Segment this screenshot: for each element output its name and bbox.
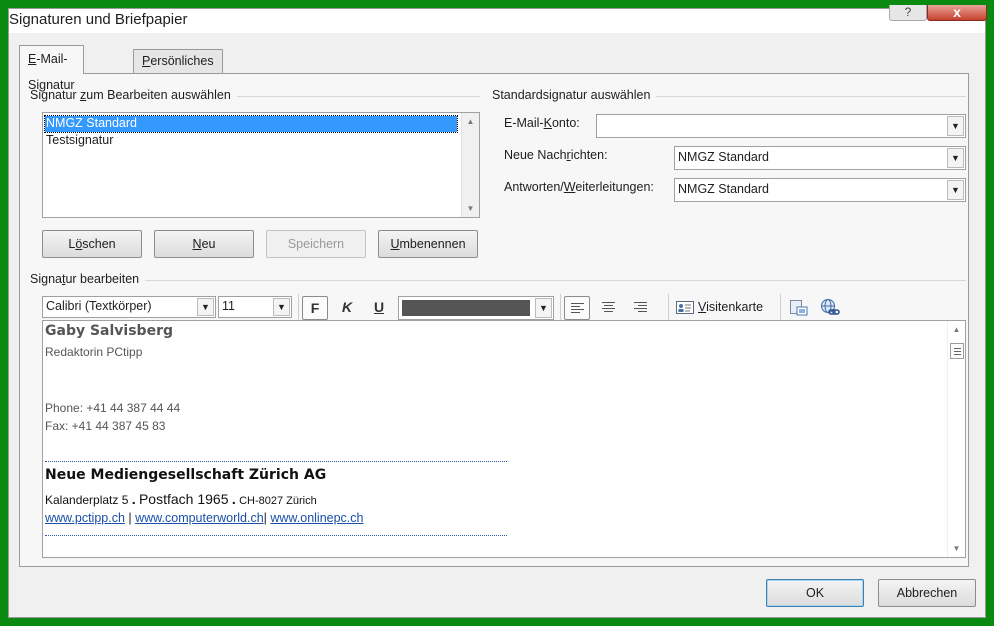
new-messages-label: Neue Nachrichten: bbox=[504, 148, 608, 162]
chevron-down-icon[interactable]: ▼ bbox=[197, 298, 214, 316]
signature-fax: Fax: +41 44 387 45 83 bbox=[45, 419, 166, 433]
bold-button[interactable]: F bbox=[302, 296, 328, 320]
dialog-window: Signaturen und Briefpapier ? x E-Mail-Si… bbox=[8, 5, 987, 618]
chevron-down-icon[interactable]: ▼ bbox=[273, 298, 290, 316]
ok-button[interactable]: OK bbox=[766, 579, 864, 607]
signature-address: Kalanderplatz 5 . Postfach 1965 . CH-802… bbox=[45, 491, 317, 507]
divider bbox=[780, 294, 781, 320]
help-button[interactable]: ? bbox=[889, 5, 927, 21]
divider bbox=[298, 294, 299, 320]
dotted-separator bbox=[45, 535, 507, 536]
hyperlink-icon[interactable] bbox=[820, 298, 842, 318]
editor-section-label: Signatur bearbeiten bbox=[30, 272, 146, 286]
list-scrollbar[interactable]: ▲ ▼ bbox=[461, 113, 479, 217]
signature-list[interactable]: NMGZ Standard Testsignatur ▲ ▼ bbox=[42, 112, 480, 218]
signature-phone: Phone: +41 44 387 44 44 bbox=[45, 401, 181, 415]
account-label: E-Mail-Konto: bbox=[504, 116, 580, 130]
divider bbox=[668, 294, 669, 320]
italic-button[interactable]: K bbox=[334, 296, 360, 320]
align-right-icon[interactable] bbox=[628, 296, 654, 320]
scroll-thumb[interactable] bbox=[950, 343, 964, 359]
business-card-icon bbox=[676, 301, 694, 314]
font-color-select[interactable]: ▼ bbox=[398, 296, 554, 320]
link-pctipp[interactable]: www.pctipp.ch bbox=[45, 511, 125, 525]
window-title: Signaturen und Briefpapier bbox=[9, 11, 188, 28]
scroll-down-icon[interactable]: ▼ bbox=[462, 204, 479, 213]
color-swatch bbox=[402, 300, 530, 316]
signature-role: Redaktorin PCtipp bbox=[45, 345, 143, 359]
default-section-label: Standardsignatur auswählen bbox=[492, 88, 657, 102]
new-button[interactable]: Neu bbox=[154, 230, 254, 258]
replies-select[interactable]: NMGZ Standard ▼ bbox=[674, 178, 966, 202]
scroll-up-icon[interactable]: ▲ bbox=[462, 117, 479, 126]
tab-email-signature[interactable]: E-Mail-Signatur bbox=[19, 45, 84, 92]
title-bar: Signaturen und Briefpapier ? x bbox=[9, 5, 987, 33]
font-size-select[interactable]: 11 ▼ bbox=[218, 296, 292, 318]
signature-name: Gaby Salvisberg bbox=[45, 323, 173, 339]
font-family-select[interactable]: Calibri (Textkörper) ▼ bbox=[42, 296, 216, 318]
editor-scrollbar[interactable]: ▲ ▼ bbox=[947, 321, 965, 557]
signature-editor[interactable]: Gaby Salvisberg Redaktorin PCtipp Phone:… bbox=[42, 320, 966, 558]
replies-label: Antworten/Weiterleitungen: bbox=[504, 180, 654, 194]
align-left-icon[interactable] bbox=[564, 296, 590, 320]
signature-company: Neue Mediengesellschaft Zürich AG bbox=[45, 467, 327, 483]
tab-personal-stationery[interactable]: Persönliches Briefpapier bbox=[133, 49, 223, 90]
divider bbox=[30, 280, 966, 281]
scroll-up-icon[interactable]: ▲ bbox=[948, 325, 965, 334]
dotted-separator bbox=[45, 461, 507, 462]
signature-links: www.pctipp.ch | www.computerworld.ch| ww… bbox=[45, 511, 364, 525]
chevron-down-icon[interactable]: ▼ bbox=[947, 148, 964, 168]
chevron-down-icon[interactable]: ▼ bbox=[947, 180, 964, 200]
chevron-down-icon[interactable]: ▼ bbox=[535, 298, 552, 318]
scroll-down-icon[interactable]: ▼ bbox=[948, 544, 965, 553]
align-center-icon[interactable] bbox=[596, 296, 622, 320]
divider bbox=[560, 294, 561, 320]
insert-picture-icon[interactable] bbox=[788, 298, 810, 318]
new-messages-select[interactable]: NMGZ Standard ▼ bbox=[674, 146, 966, 170]
link-onlinepc[interactable]: www.onlinepc.ch bbox=[270, 511, 363, 525]
list-item[interactable]: NMGZ Standard bbox=[44, 115, 458, 133]
chevron-down-icon[interactable]: ▼ bbox=[947, 116, 964, 136]
list-item[interactable]: Testsignatur bbox=[45, 133, 457, 149]
cancel-button[interactable]: Abbrechen bbox=[878, 579, 976, 607]
underline-button[interactable]: U bbox=[366, 296, 392, 320]
account-select[interactable]: ▼ bbox=[596, 114, 966, 138]
rename-button[interactable]: Umbenennen bbox=[378, 230, 478, 258]
close-button[interactable]: x bbox=[927, 5, 987, 21]
business-card-label: Visitenkarte bbox=[698, 300, 764, 314]
delete-button[interactable]: Löschen bbox=[42, 230, 142, 258]
save-button[interactable]: Speichern bbox=[266, 230, 366, 258]
link-computerworld[interactable]: www.computerworld.ch bbox=[135, 511, 264, 525]
tab-panel: Signatur zum Bearbeiten auswählen NMGZ S… bbox=[19, 73, 969, 567]
